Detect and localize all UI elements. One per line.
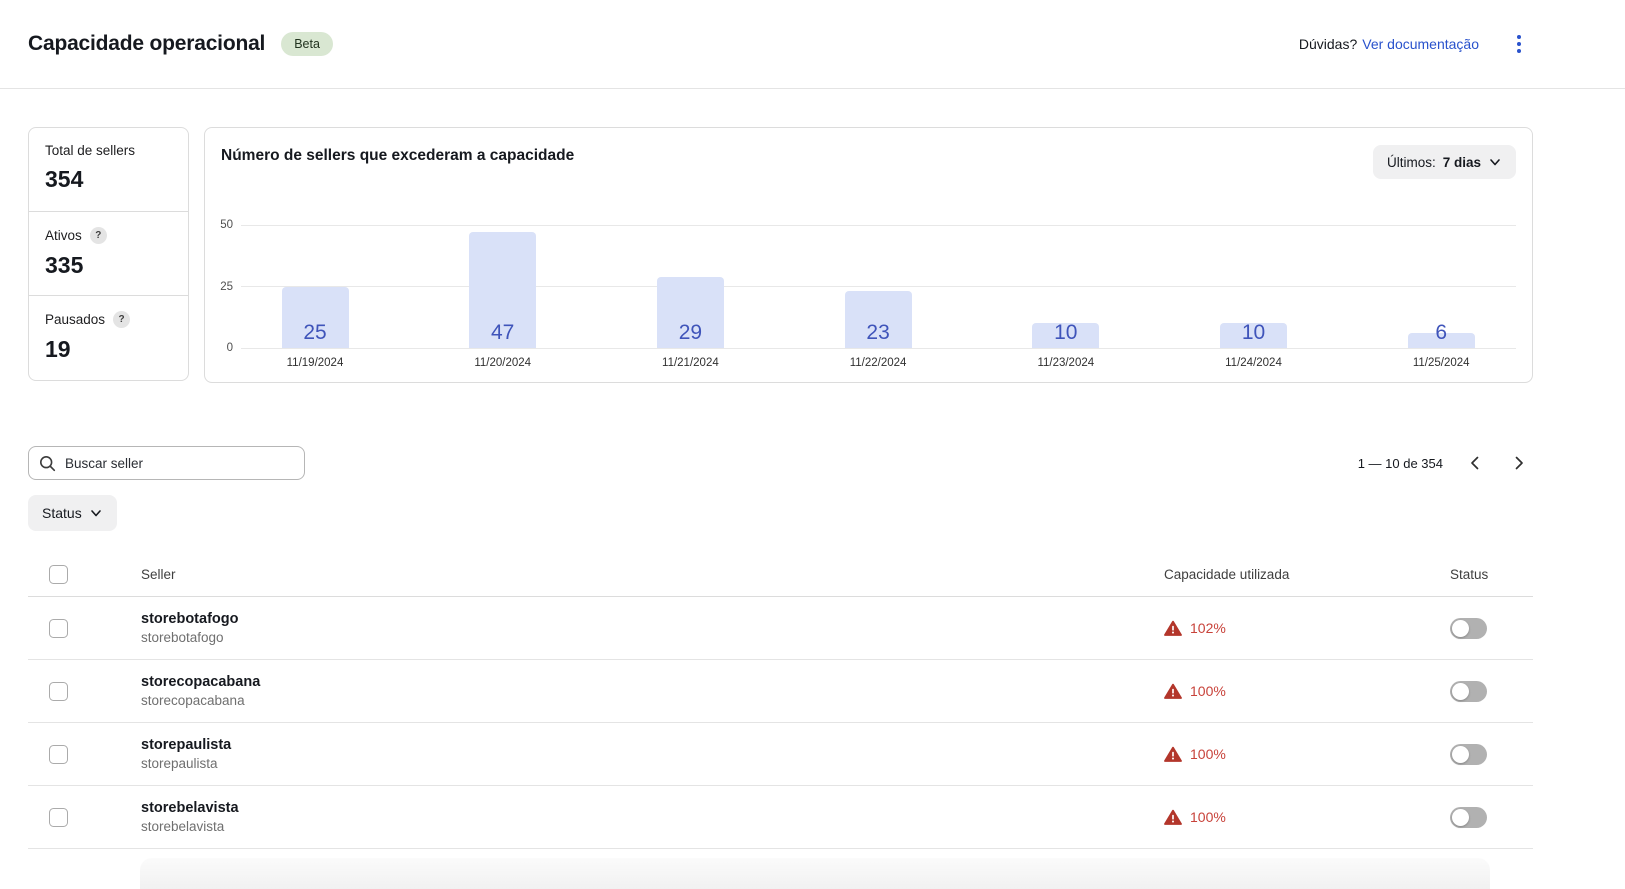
search-icon xyxy=(39,455,56,472)
beta-badge: Beta xyxy=(281,32,333,56)
stat-label: Total de sellers xyxy=(45,143,135,158)
search-box xyxy=(28,446,305,480)
chevron-right-icon xyxy=(1510,454,1528,472)
previous-page-button[interactable] xyxy=(1461,449,1489,477)
seller-table: Seller Capacidade utilizada Status store… xyxy=(28,553,1533,849)
capacity-value: 100% xyxy=(1190,746,1226,762)
x-axis-date-label: 11/22/2024 xyxy=(818,357,938,369)
stats-panel: Total de sellers 354 Ativos ? 335 Pausad… xyxy=(28,127,189,381)
seller-name: storebotafogo xyxy=(141,611,1162,627)
x-axis-date-label: 11/25/2024 xyxy=(1381,357,1501,369)
y-axis-tick-label: 50 xyxy=(207,218,233,232)
column-header-capacity: Capacidade utilizada xyxy=(1162,567,1422,582)
stat-value: 354 xyxy=(45,166,172,193)
capacity-value: 102% xyxy=(1190,620,1226,636)
status-toggle[interactable] xyxy=(1450,744,1487,765)
stat-card-total: Total de sellers 354 xyxy=(29,128,188,212)
bar-value-label: 10 xyxy=(1204,321,1304,345)
chart-card: Número de sellers que excederam a capaci… xyxy=(204,127,1533,383)
seller-name: storecopacabana xyxy=(141,674,1162,690)
stat-value: 335 xyxy=(45,252,172,279)
pagination: 1 — 10 de 354 xyxy=(1358,446,1533,480)
table-row: storepaulista storepaulista 100% xyxy=(28,723,1533,786)
next-page-button[interactable] xyxy=(1505,449,1533,477)
stat-label: Ativos xyxy=(45,228,82,243)
row-checkbox[interactable] xyxy=(49,682,68,701)
table-row: storecopacabana storecopacabana 100% xyxy=(28,660,1533,723)
search-input[interactable] xyxy=(65,456,294,471)
header-actions: Dúvidas? Ver documentação xyxy=(1299,31,1529,57)
help-icon[interactable]: ? xyxy=(113,311,130,328)
help-prefix-text: Dúvidas? xyxy=(1299,36,1357,52)
seller-subtitle: storepaulista xyxy=(141,756,1162,771)
row-checkbox[interactable] xyxy=(49,619,68,638)
bar-chart: 0 25 50 25 11/19/2024 47 11/20/2024 29 11/21/202… xyxy=(205,128,1532,382)
status-filter-dropdown[interactable]: Status xyxy=(28,495,117,531)
bar-value-label: 6 xyxy=(1391,321,1491,345)
pagination-range: 1 — 10 de 354 xyxy=(1358,456,1443,471)
table-header-row: Seller Capacidade utilizada Status xyxy=(28,553,1533,597)
seller-subtitle: storecopacabana xyxy=(141,693,1162,708)
bottom-bar-peek xyxy=(140,858,1490,889)
bar-value-label: 29 xyxy=(640,321,740,345)
bar-value-label: 23 xyxy=(828,321,928,345)
table-body: storebotafogo storebotafogo 102% storeco… xyxy=(28,597,1533,849)
help-icon[interactable]: ? xyxy=(90,227,107,244)
table-row: storebelavista storebelavista 100% xyxy=(28,786,1533,849)
chart-gridline xyxy=(241,225,1516,226)
bar-value-label: 10 xyxy=(1016,321,1116,345)
status-toggle[interactable] xyxy=(1450,618,1487,639)
documentation-link[interactable]: Ver documentação xyxy=(1362,36,1479,52)
chevron-down-icon xyxy=(89,506,103,520)
app-header: Capacidade operacional Beta Dúvidas? Ver… xyxy=(0,0,1625,89)
x-axis-date-label: 11/21/2024 xyxy=(630,357,750,369)
row-checkbox[interactable] xyxy=(49,808,68,827)
kebab-menu-icon[interactable] xyxy=(1509,31,1529,57)
table-row: storebotafogo storebotafogo 102% xyxy=(28,597,1533,660)
select-all-checkbox[interactable] xyxy=(49,565,68,584)
bar-value-label: 47 xyxy=(453,321,553,345)
column-header-seller: Seller xyxy=(113,567,1162,582)
x-axis-date-label: 11/19/2024 xyxy=(255,357,375,369)
seller-name: storebelavista xyxy=(141,800,1162,816)
stat-value: 19 xyxy=(45,336,172,363)
warning-icon xyxy=(1164,683,1182,700)
bar-value-label: 25 xyxy=(265,321,365,345)
warning-icon xyxy=(1164,809,1182,826)
column-header-status: Status xyxy=(1422,567,1533,582)
stat-card-active: Ativos ? 335 xyxy=(29,212,188,296)
stat-card-paused: Pausados ? 19 xyxy=(29,296,188,380)
y-axis-tick-label: 0 xyxy=(207,341,233,355)
capacity-value: 100% xyxy=(1190,683,1226,699)
status-filter-label: Status xyxy=(42,505,82,521)
page-title: Capacidade operacional xyxy=(28,32,265,56)
seller-subtitle: storebelavista xyxy=(141,819,1162,834)
seller-subtitle: storebotafogo xyxy=(141,630,1162,645)
status-toggle[interactable] xyxy=(1450,807,1487,828)
row-checkbox[interactable] xyxy=(49,745,68,764)
seller-name: storepaulista xyxy=(141,737,1162,753)
capacity-value: 100% xyxy=(1190,809,1226,825)
x-axis-date-label: 11/20/2024 xyxy=(443,357,563,369)
y-axis-tick-label: 25 xyxy=(207,280,233,294)
x-axis-date-label: 11/24/2024 xyxy=(1194,357,1314,369)
x-axis-date-label: 11/23/2024 xyxy=(1006,357,1126,369)
status-toggle[interactable] xyxy=(1450,681,1487,702)
stat-label: Pausados xyxy=(45,312,105,327)
chart-gridline xyxy=(241,286,1516,287)
warning-icon xyxy=(1164,746,1182,763)
chevron-left-icon xyxy=(1466,454,1484,472)
warning-icon xyxy=(1164,620,1182,637)
